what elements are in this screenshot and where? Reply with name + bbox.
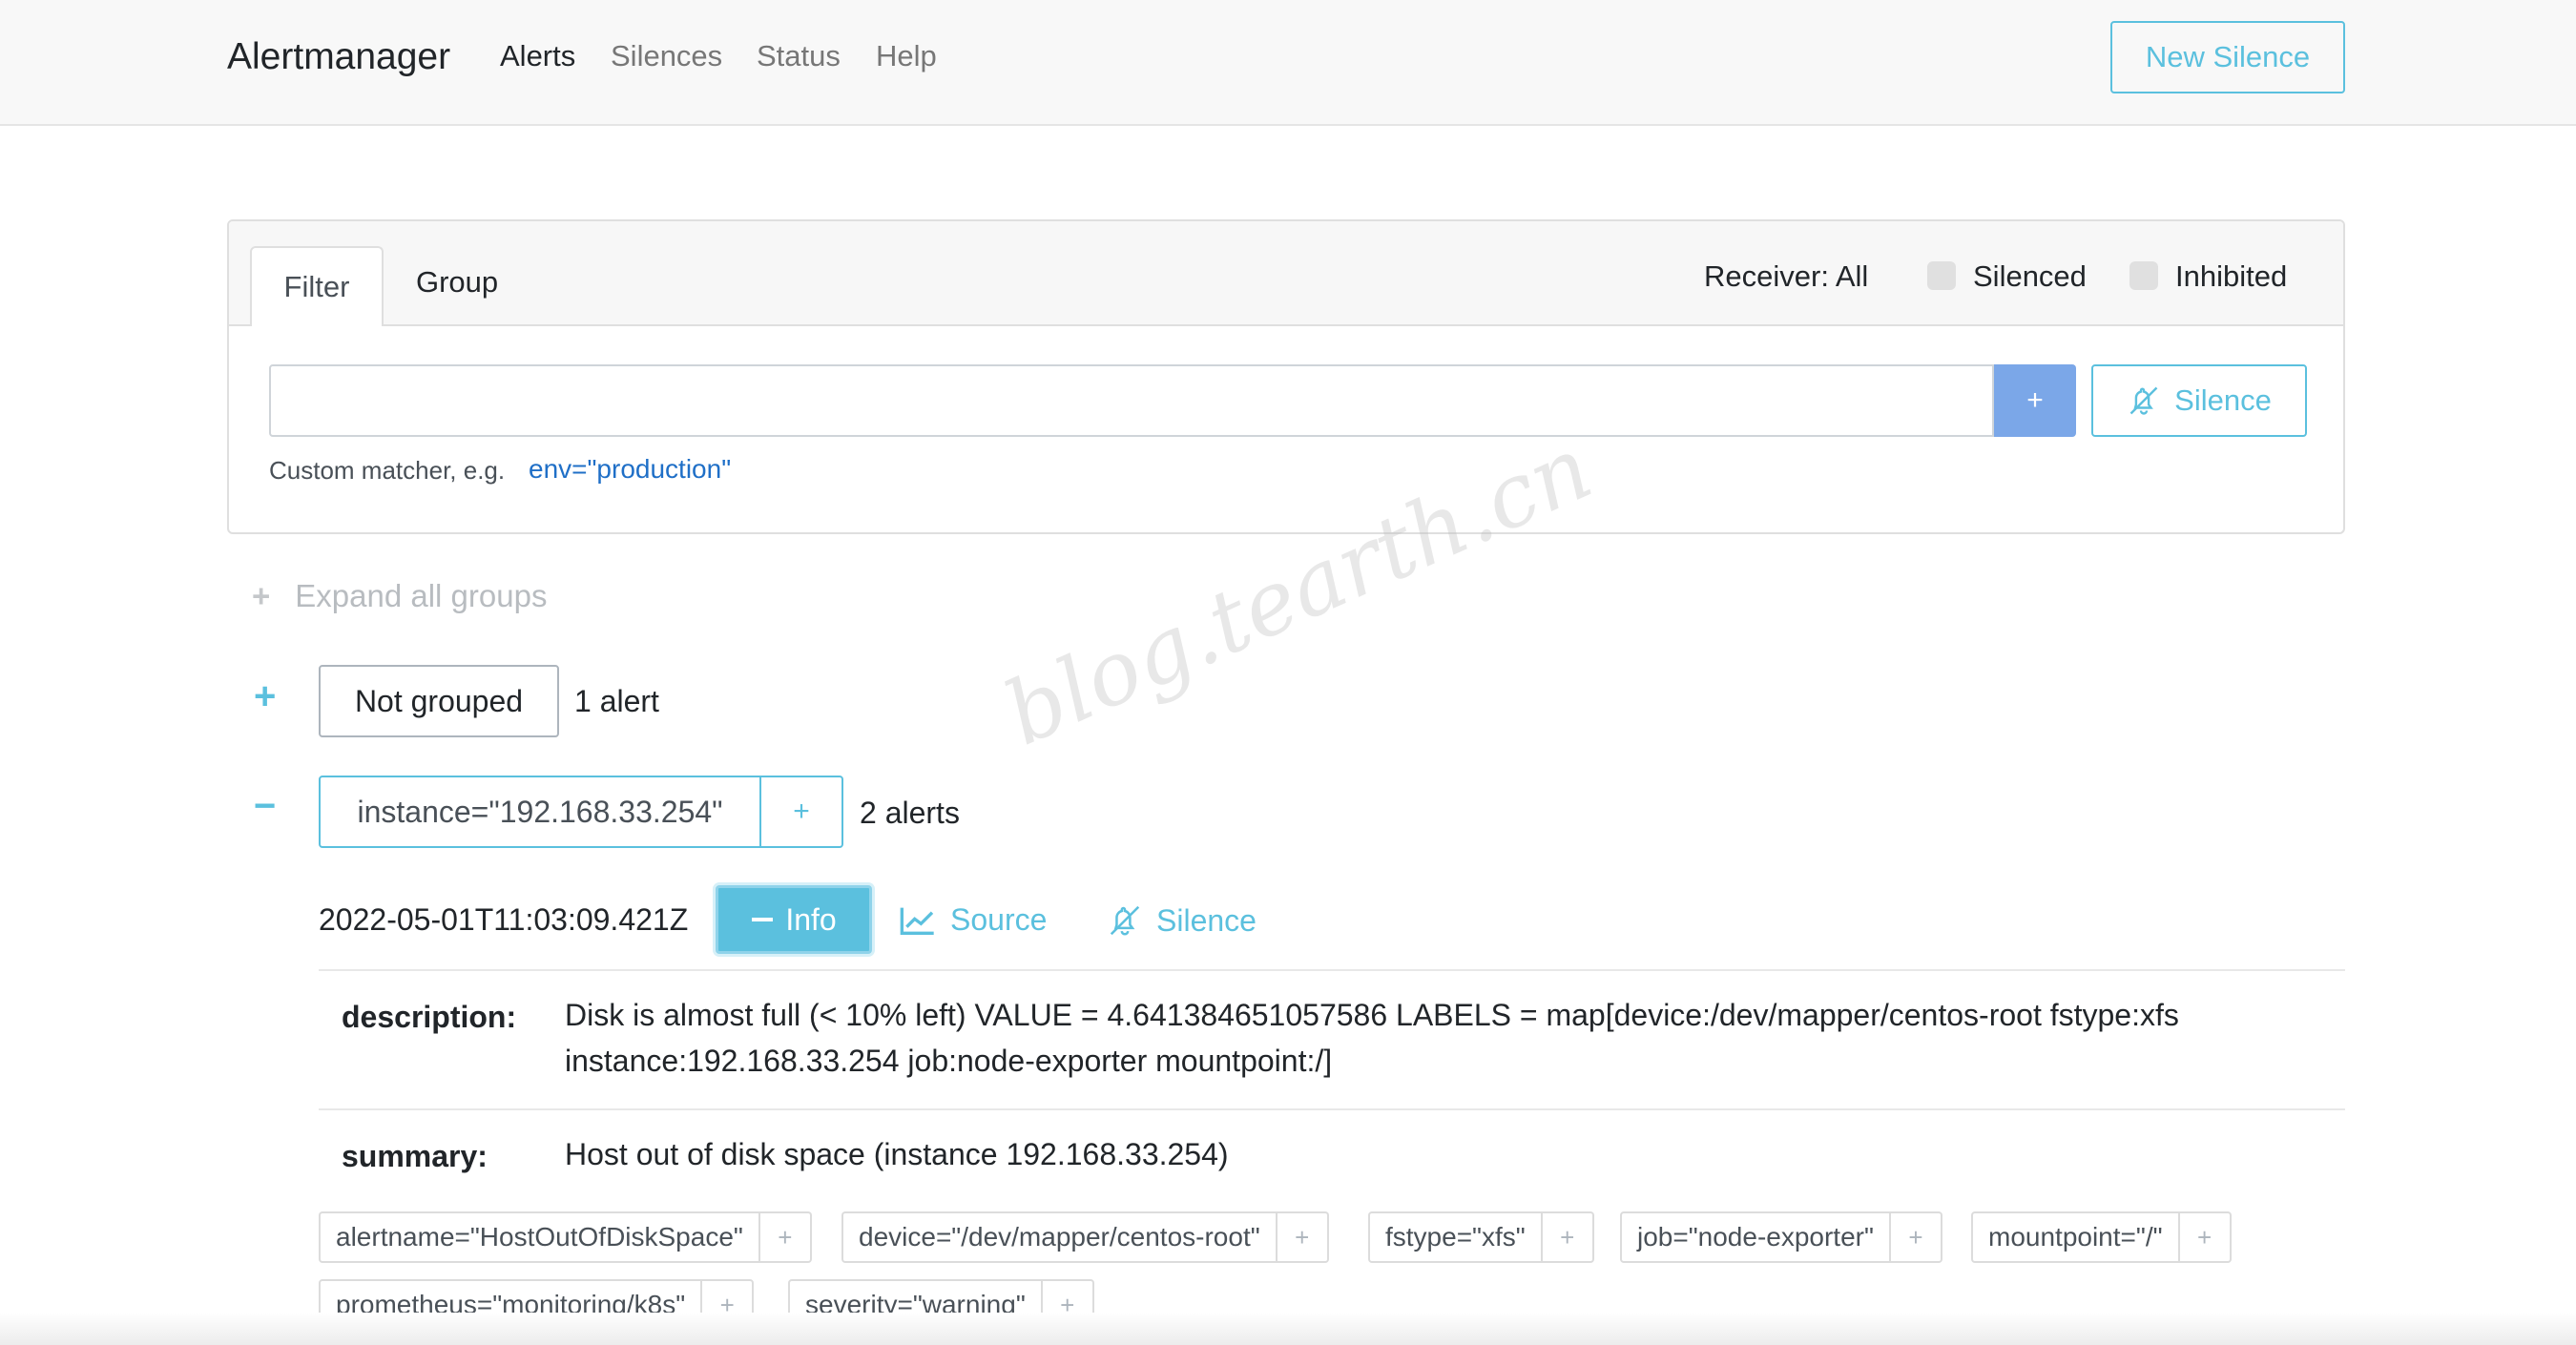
tab-group[interactable]: Group — [416, 265, 498, 300]
matcher-hint: Custom matcher, e.g. — [269, 456, 506, 485]
chart-line-icon — [900, 907, 934, 935]
collapse-group-icon[interactable]: − — [254, 785, 276, 828]
source-link[interactable]: Source — [899, 902, 1047, 938]
silenced-checkbox[interactable] — [1927, 261, 1956, 290]
bell-slash-icon — [2129, 386, 2158, 415]
nav-help[interactable]: Help — [876, 39, 937, 73]
expand-all-label: Expand all groups — [295, 578, 548, 613]
silence-filter-label: Silence — [2174, 383, 2272, 417]
alert-timestamp: 2022-05-01T11:03:09.421Z — [319, 902, 689, 937]
matcher-hint-example[interactable]: env="production" — [529, 454, 731, 485]
top-navbar: Alertmanager Alerts Silences Status Help… — [0, 0, 2576, 126]
bottom-shadow — [0, 1313, 2576, 1345]
group-instance: instance="192.168.33.254" + — [319, 776, 843, 848]
silenced-label[interactable]: Silenced — [1973, 259, 2087, 294]
label-chip: device="/dev/mapper/centos-root" + — [841, 1211, 1329, 1263]
source-link-label: Source — [950, 902, 1048, 937]
annotation-key: description: — [342, 1000, 517, 1034]
expand-group-icon[interactable]: + — [254, 675, 276, 718]
bell-slash-icon — [1110, 905, 1140, 936]
annotations-table: description: Disk is almost full (< 10% … — [319, 969, 2345, 1204]
filter-card-header: Filter Group Receiver: All Silenced Inhi… — [229, 221, 2343, 326]
new-silence-button[interactable]: New Silence — [2110, 21, 2345, 93]
plus-icon: + — [252, 578, 271, 613]
silence-alert-label: Silence — [1156, 902, 1257, 938]
group-add-filter-button[interactable]: + — [761, 777, 841, 846]
label-text[interactable]: job="node-exporter" — [1622, 1213, 1889, 1261]
label-add-button[interactable]: + — [1888, 1213, 1941, 1261]
label-chip: alertname="HostOutOfDiskSpace" + — [319, 1211, 812, 1263]
group-alert-count: 1 alert — [574, 684, 659, 718]
group-not-grouped[interactable]: Not grouped — [319, 665, 559, 737]
nav-alerts[interactable]: Alerts — [500, 39, 575, 73]
group-instance-label[interactable]: instance="192.168.33.254" — [321, 777, 761, 846]
label-chip: mountpoint="/" + — [1971, 1211, 2232, 1263]
info-button[interactable]: Info — [716, 885, 872, 954]
annotation-key: summary: — [342, 1139, 488, 1173]
info-button-label: Info — [785, 901, 837, 937]
label-add-button[interactable]: + — [1540, 1213, 1592, 1261]
minus-icon — [752, 918, 774, 921]
label-text[interactable]: alertname="HostOutOfDiskSpace" — [321, 1213, 758, 1261]
expand-all-groups[interactable]: + Expand all groups — [252, 578, 547, 614]
label-chip: fstype="xfs" + — [1368, 1211, 1594, 1263]
label-text[interactable]: device="/dev/mapper/centos-root" — [843, 1213, 1276, 1261]
nav-status[interactable]: Status — [757, 39, 841, 73]
label-add-button[interactable]: + — [758, 1213, 810, 1261]
inhibited-checkbox[interactable] — [2129, 261, 2158, 290]
label-add-button[interactable]: + — [2177, 1213, 2230, 1261]
receiver-dropdown[interactable]: Receiver: All — [1704, 259, 1868, 294]
label-text[interactable]: fstype="xfs" — [1370, 1213, 1541, 1261]
group-alert-count: 2 alerts — [860, 796, 960, 830]
nav-silences[interactable]: Silences — [611, 39, 722, 73]
inhibited-label[interactable]: Inhibited — [2175, 259, 2287, 294]
annotation-row: description: Disk is almost full (< 10% … — [319, 969, 2345, 1108]
label-add-button[interactable]: + — [1275, 1213, 1327, 1261]
annotation-value: Disk is almost full (< 10% left) VALUE =… — [565, 998, 2179, 1078]
tab-filter[interactable]: Filter — [250, 246, 384, 326]
silence-alert-link[interactable]: Silence — [1107, 902, 1257, 939]
label-chip: job="node-exporter" + — [1620, 1211, 1942, 1263]
silence-filter-button[interactable]: Silence — [2091, 364, 2307, 437]
matcher-input[interactable] — [269, 364, 1994, 437]
add-matcher-button[interactable]: + — [1994, 364, 2076, 437]
annotation-row: summary: Host out of disk space (instanc… — [319, 1108, 2345, 1204]
label-text[interactable]: mountpoint="/" — [1973, 1213, 2178, 1261]
annotation-value: Host out of disk space (instance 192.168… — [565, 1137, 1229, 1171]
brand-logo[interactable]: Alertmanager — [227, 36, 450, 78]
filter-card: Filter Group Receiver: All Silenced Inhi… — [227, 219, 2345, 534]
